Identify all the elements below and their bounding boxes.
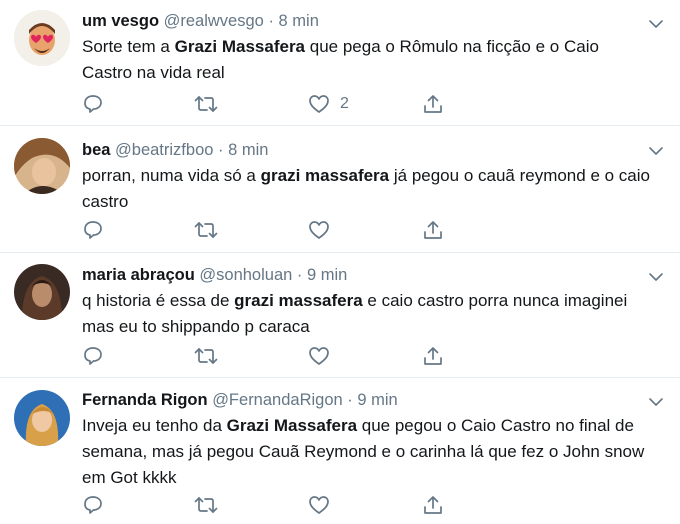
timestamp[interactable]: 9 min [307, 266, 347, 284]
retweet-button[interactable] [194, 494, 218, 516]
retweet-icon [194, 222, 218, 238]
avatar[interactable] [14, 264, 70, 320]
share-icon [424, 496, 442, 514]
like-icon [309, 221, 329, 239]
separator-dot: · [347, 391, 353, 409]
display-name[interactable]: bea [82, 141, 110, 159]
reply-icon [84, 496, 102, 514]
retweet-button[interactable] [194, 93, 218, 115]
separator-dot: · [296, 266, 303, 284]
share-icon [424, 221, 442, 239]
share-button[interactable] [422, 93, 444, 115]
tweet-actions [82, 219, 482, 241]
like-button[interactable] [308, 345, 330, 367]
tweet[interactable]: maria abraçou @sonholuan · 9 min q histo… [0, 253, 680, 378]
share-icon [424, 95, 442, 113]
tweet-text-part: porran, numa vida só a [82, 166, 261, 185]
separator-dot: · [268, 12, 274, 30]
tweet-text: porran, numa vida só a grazi massafera j… [82, 163, 652, 215]
avatar[interactable] [14, 10, 70, 66]
tweet-text-part: Inveja eu tenho da [82, 416, 227, 435]
tweet-text-highlight: grazi massafera [260, 166, 390, 185]
reply-button[interactable] [82, 219, 104, 241]
share-icon [424, 347, 442, 365]
tweet[interactable]: bea @beatrizfboo · 8 min porran, numa vi… [0, 126, 680, 253]
tweet-text: Sorte tem a Grazi Massafera que pega o R… [82, 34, 652, 86]
tweet-actions: 2 [82, 93, 482, 115]
avatar-emoji-icon [14, 10, 70, 66]
retweet-icon [194, 348, 218, 364]
tweet[interactable]: um vesgo @realwvesgo · 8 min Sorte tem a… [0, 0, 680, 126]
share-button[interactable] [422, 345, 444, 367]
like-icon [309, 347, 329, 365]
retweet-button[interactable] [194, 219, 218, 241]
user-handle[interactable]: @realwvesgo [164, 12, 264, 30]
retweet-icon [194, 96, 218, 112]
tweet[interactable]: Fernanda Rigon @FernandaRigon · 9 min In… [0, 378, 680, 524]
share-button[interactable] [422, 494, 444, 516]
reply-icon [84, 221, 102, 239]
timestamp[interactable]: 8 min [228, 141, 268, 159]
tweet-text: Inveja eu tenho da Grazi Massafera que p… [82, 413, 652, 491]
tweet-text-highlight: Grazi Massafera [226, 416, 358, 435]
user-handle[interactable]: @FernandaRigon [212, 391, 343, 409]
tweet-text-highlight: Grazi Massafera [174, 37, 306, 56]
tweet-text-highlight: grazi massafera [234, 291, 363, 310]
timestamp[interactable]: 8 min [279, 12, 319, 30]
reply-icon [84, 95, 102, 113]
chevron-down-icon[interactable] [648, 394, 664, 410]
tweet-actions [82, 494, 482, 516]
like-icon [309, 496, 329, 514]
retweet-icon [194, 497, 218, 513]
tweet-text-part: q historia é essa de [82, 291, 235, 310]
tweet-text-part: Sorte tem a [82, 37, 175, 56]
like-button[interactable]: 2 [308, 93, 349, 115]
reply-button[interactable] [82, 345, 104, 367]
reply-button[interactable] [82, 93, 104, 115]
tweet-text: q historia é essa de grazi massafera e c… [82, 288, 652, 340]
like-count: 2 [340, 95, 349, 112]
display-name[interactable]: Fernanda Rigon [82, 391, 208, 409]
reply-button[interactable] [82, 494, 104, 516]
avatar-photo-icon [14, 390, 70, 446]
avatar-photo-icon [14, 264, 70, 320]
retweet-button[interactable] [194, 345, 218, 367]
display-name[interactable]: maria abraçou [82, 266, 195, 284]
avatar-photo-icon [14, 138, 70, 194]
chevron-down-icon[interactable] [648, 269, 664, 285]
like-button[interactable] [308, 219, 330, 241]
share-button[interactable] [422, 219, 444, 241]
avatar[interactable] [14, 390, 70, 446]
like-icon [309, 95, 329, 113]
avatar[interactable] [14, 138, 70, 194]
chevron-down-icon[interactable] [648, 143, 664, 159]
chevron-down-icon[interactable] [648, 16, 664, 32]
separator-dot: · [218, 141, 224, 159]
user-handle[interactable]: @sonholuan [199, 266, 292, 284]
user-handle[interactable]: @beatrizfboo [115, 141, 213, 159]
timestamp[interactable]: 9 min [357, 391, 397, 409]
tweet-actions [82, 345, 482, 367]
like-button[interactable] [308, 494, 330, 516]
display-name[interactable]: um vesgo [82, 12, 159, 30]
reply-icon [84, 347, 102, 365]
